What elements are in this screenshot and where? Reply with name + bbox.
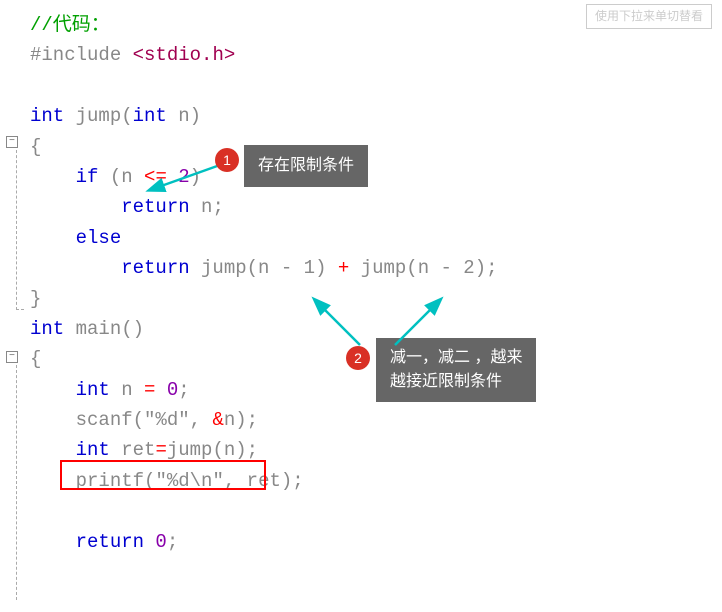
semicolon: ; [247,409,258,431]
code-line: return 0; [30,527,722,557]
number-literal: 0 [167,379,178,401]
operator: = [155,439,166,461]
semicolon: ; [178,379,189,401]
variable: n [224,409,235,431]
type-keyword: int [30,318,76,340]
paren-close: ) [235,409,246,431]
paren-close: ) [315,257,338,279]
annotation-2-line2: 越接近限制条件 [390,370,522,394]
include-path: <stdio.h> [133,44,236,66]
code-line: else [30,223,722,253]
param-name: n [178,105,189,127]
preprocessor: #include [30,44,133,66]
code-line: int jump(int n) [30,101,722,131]
parens: () [121,318,144,340]
arrow-icon [385,295,465,355]
function-name: main [76,318,122,340]
fold-guide-line [16,150,24,310]
variable: n [224,439,235,461]
comma: , [190,409,213,431]
code-line: scanf("%d", &n); [30,405,722,435]
code-line: //代码： [30,10,722,40]
arrow-icon [300,295,380,355]
semicolon: ; [167,531,178,553]
semicolon: ; [292,470,303,492]
paren-open: ( [133,409,144,431]
function-name: jump [76,105,122,127]
paren-open: ( [212,439,223,461]
fold-button[interactable]: − [6,351,18,363]
fold-guide-line [16,365,24,600]
type-keyword: int [30,379,121,401]
brace-open: { [30,136,41,158]
comment-text: //代码： [30,14,110,36]
paren-open: ( [110,166,121,188]
brace-close: } [30,288,41,310]
paren-close: ) [235,439,246,461]
type-keyword: int [133,105,179,127]
function-call: scanf [30,409,133,431]
string-literal: "%d" [144,409,190,431]
number-literal: 0 [155,531,166,553]
code-line: #include <stdio.h> [30,40,722,70]
code-line: if (n <= 2) [30,162,722,192]
function-call: jump [361,257,407,279]
operator: + [338,257,361,279]
semicolon: ; [247,439,258,461]
operator: = [144,379,167,401]
return-keyword: return [30,257,201,279]
function-call: jump [201,257,247,279]
fold-button[interactable]: − [6,136,18,148]
expression: n - 1 [258,257,315,279]
else-keyword: else [30,227,121,249]
paren-close: ) [475,257,486,279]
if-keyword: if [30,166,110,188]
operator: & [212,409,223,431]
paren-open: ( [406,257,417,279]
annotation-badge-2: 2 [346,346,370,370]
annotation-box-1: 存在限制条件 [244,145,368,187]
expression: n - 2 [418,257,475,279]
code-line: { [30,132,722,162]
semicolon: ; [486,257,497,279]
return-keyword: return [30,531,155,553]
brace-open: { [30,348,41,370]
variable: n [121,379,144,401]
type-keyword: int [30,439,121,461]
annotation-badge-1: 1 [215,148,239,172]
paren-open: ( [247,257,258,279]
paren-open: ( [121,105,132,127]
code-line [30,496,722,526]
variable: ret [121,439,155,461]
code-line: return jump(n - 1) + jump(n - 2); [30,253,722,283]
highlight-box [60,460,266,490]
code-line [30,71,722,101]
code-line: return n; [30,192,722,222]
type-keyword: int [30,105,76,127]
paren-close: ) [281,470,292,492]
function-call: jump [167,439,213,461]
paren-close: ) [190,105,201,127]
